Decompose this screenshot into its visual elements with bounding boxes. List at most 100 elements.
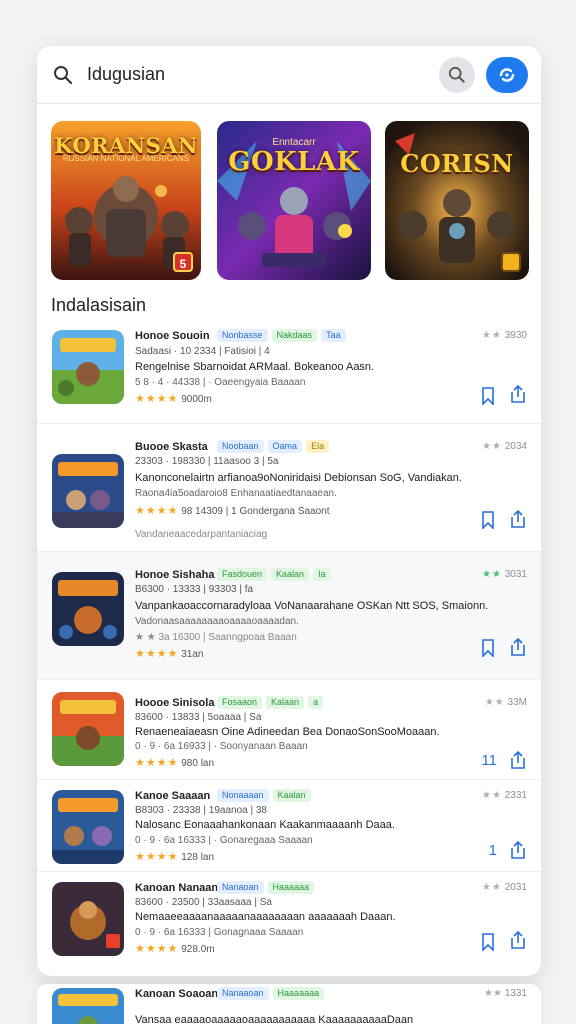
list-item[interactable]: Hoooe Sinisola Fosaaon Kalaan a 83600 · … [37, 680, 541, 780]
share-button[interactable] [509, 509, 527, 529]
bookmark-icon [482, 933, 494, 951]
app-rating: ★★ 2034 [482, 441, 527, 452]
featured-tile[interactable]: RUSSIAN NATIONAL AMERICANS KORANSAN 5 [51, 121, 201, 280]
tag: Nakdaas [271, 329, 318, 342]
list-item-partial[interactable]: Kanoan Soaoan Nanaaoan Haaaaaaa Vansaa e… [37, 984, 541, 1024]
app-meta: 83600 · 13833 | 5oaaaa | Sa [135, 712, 262, 723]
search-input[interactable]: Idugusian [87, 64, 165, 85]
share-icon [511, 637, 525, 656]
app-icon [52, 572, 124, 646]
featured-title: CORISN [400, 149, 514, 178]
app-stars: ★★★★ 98 14309 | 1 Gondergana Saaont [135, 505, 330, 517]
bookmark-icon [482, 511, 494, 529]
section-title: Indalasisain [51, 295, 147, 315]
app-note: Vandaneaacedarpantaniaciag [135, 529, 268, 540]
app-icon [52, 882, 124, 956]
app-subinfo: Vadonaasaaaaaaaaoaaaaoaaaadan. [135, 616, 299, 627]
app-subinfo: 0 · 9 · 6a 16333 | · Gonaregaaa Saaaan [135, 835, 313, 846]
action-count[interactable]: 1 [489, 842, 497, 859]
app-meta: B8303 · 23338 | 19aanoa | 38 [135, 805, 267, 816]
featured-tile[interactable]: CORISN [385, 121, 529, 280]
app-icon [52, 692, 124, 766]
search-bar: Idugusian [37, 46, 541, 104]
tag: Ia [313, 568, 331, 581]
app-name: Honoe Souoin [135, 330, 210, 342]
tag: Kaalan [272, 789, 311, 802]
tag: Nanaaoan [217, 987, 269, 1000]
app-rating: ★★ 3031 [482, 569, 527, 580]
share-button[interactable] [509, 840, 527, 860]
voice-search-button[interactable] [486, 57, 528, 93]
share-button[interactable] [509, 930, 527, 950]
list-item[interactable]: Kanoe Saaaan Nonaaaan Kaalan B8303 · 233… [37, 780, 541, 872]
bookmark-button[interactable] [479, 386, 497, 406]
featured-badge [501, 252, 521, 272]
app-tags: Noobaan Oama Ela [217, 440, 330, 453]
search-button[interactable] [439, 57, 475, 93]
app-meta: 83600 · 23500 | 33aasaaa | Sa [135, 897, 272, 908]
app-name: Hoooe Sinisola [135, 697, 215, 709]
bookmark-icon [482, 387, 494, 405]
share-icon [511, 750, 525, 769]
app-stars: ★★★★ 928.0m [135, 943, 215, 955]
app-stars: ★★★★ 128 lan [135, 851, 215, 863]
app-description: Vansaa eaaaaoaaaaaoaaaaaaaaaaa Kaaaaaaaa… [135, 1014, 414, 1024]
app-meta: 23303 · 198330 | 11aasoo 3 | 5a [135, 456, 279, 467]
featured-badge: 5 [173, 252, 193, 272]
featured-tile[interactable]: Enntacarr GOKLAK [217, 121, 371, 280]
share-button[interactable] [509, 750, 527, 770]
app-name: Honoe Sishaha [135, 569, 215, 581]
app-rating: ★★ 2031 [482, 882, 527, 893]
app-name: Buooe Skasta [135, 441, 208, 453]
app-meta: Sadaasi · 10 2334 | Fatisioi | 4 [135, 346, 270, 357]
app-tags: Nonaaaan Kaalan [217, 789, 311, 802]
app-tags: Nanaoan Haaaaaa [217, 881, 315, 894]
app-name: Kanoan Soaoan [135, 988, 219, 1000]
list-item[interactable]: Honoe Souoin Nonbasse Nakdaas Taa Sadaas… [37, 324, 541, 424]
tag: Haaaaaaa [272, 987, 325, 1000]
app-subinfo: 5 8 · 4 · 44338 | · Oaeengyaia Baaaan [135, 377, 306, 388]
tag: Nonaaaan [217, 789, 269, 802]
action-count[interactable]: 11 [481, 752, 497, 769]
app-rating: ★★ 1331 [484, 988, 527, 999]
app-tags: Nonbasse Nakdaas Taa [217, 329, 346, 342]
list-item[interactable]: Buooe Skasta Noobaan Oama Ela 23303 · 19… [37, 424, 541, 552]
app-note: ★ ★ 3a 16300 | Saanngpoaa Baaan [135, 632, 297, 643]
share-button[interactable] [509, 384, 527, 404]
tag: Nanaoan [217, 881, 264, 894]
app-description: Vanpankaoaccornaradyloaa VoNanaarahane O… [135, 600, 489, 612]
app-name: Kanoe Saaaan [135, 790, 211, 802]
app-description: Rengelnise Sbarnoidat ARMaal. Bokeanoo A… [135, 361, 375, 373]
app-icon [52, 988, 124, 1024]
app-icon [52, 790, 124, 864]
share-button[interactable] [509, 637, 527, 657]
share-icon [511, 930, 525, 949]
list-item[interactable]: Honoe Sishaha Fasdouen Kaalan Ia B6300 ·… [37, 552, 541, 680]
tag: Nonbasse [217, 329, 268, 342]
search-icon [54, 66, 73, 85]
app-description: Kanonconelairtn arfianoa9oNoniridaisi De… [135, 472, 462, 484]
tag: Kalaan [266, 696, 305, 709]
list-item[interactable]: Kanoan Nanaan Nanaoan Haaaaaa 83600 · 23… [37, 872, 541, 972]
app-stars: ★★★★ 9000m [135, 393, 212, 405]
app-name: Kanoan Nanaan [135, 882, 219, 894]
app-meta: B6300 · 13333 | 93303 | fa [135, 584, 254, 595]
bookmark-button[interactable] [479, 638, 497, 658]
app-subinfo: 0 · 9 · 6a 16333 | Gonagnaaa Saaaan [135, 927, 304, 938]
search-icon [448, 66, 465, 83]
bookmark-icon [482, 639, 494, 657]
app-description: Renaeneaiaeasn Oine Adineedan Bea DonaoS… [135, 726, 440, 738]
app-tags: Nanaaoan Haaaaaaa [217, 987, 325, 1000]
bookmark-button[interactable] [479, 510, 497, 530]
app-tags: Fasdouen Kaalan Ia [217, 568, 331, 581]
app-stars: ★★★★ 980 lan [135, 757, 215, 769]
app-rating: ★★ 2331 [482, 790, 527, 801]
bookmark-button[interactable] [479, 932, 497, 952]
app-icon [52, 454, 124, 528]
share-icon [511, 509, 525, 528]
app-tags: Fosaaon Kalaan a [217, 696, 324, 709]
featured-title: GOKLAK [228, 147, 360, 177]
featured-title: KORANSAN [54, 133, 198, 158]
app-description: Nalosanc Eonaaahankonaan Kaakanmaaaanh D… [135, 819, 395, 831]
app-stars: ★★★★ 31an [135, 648, 204, 660]
